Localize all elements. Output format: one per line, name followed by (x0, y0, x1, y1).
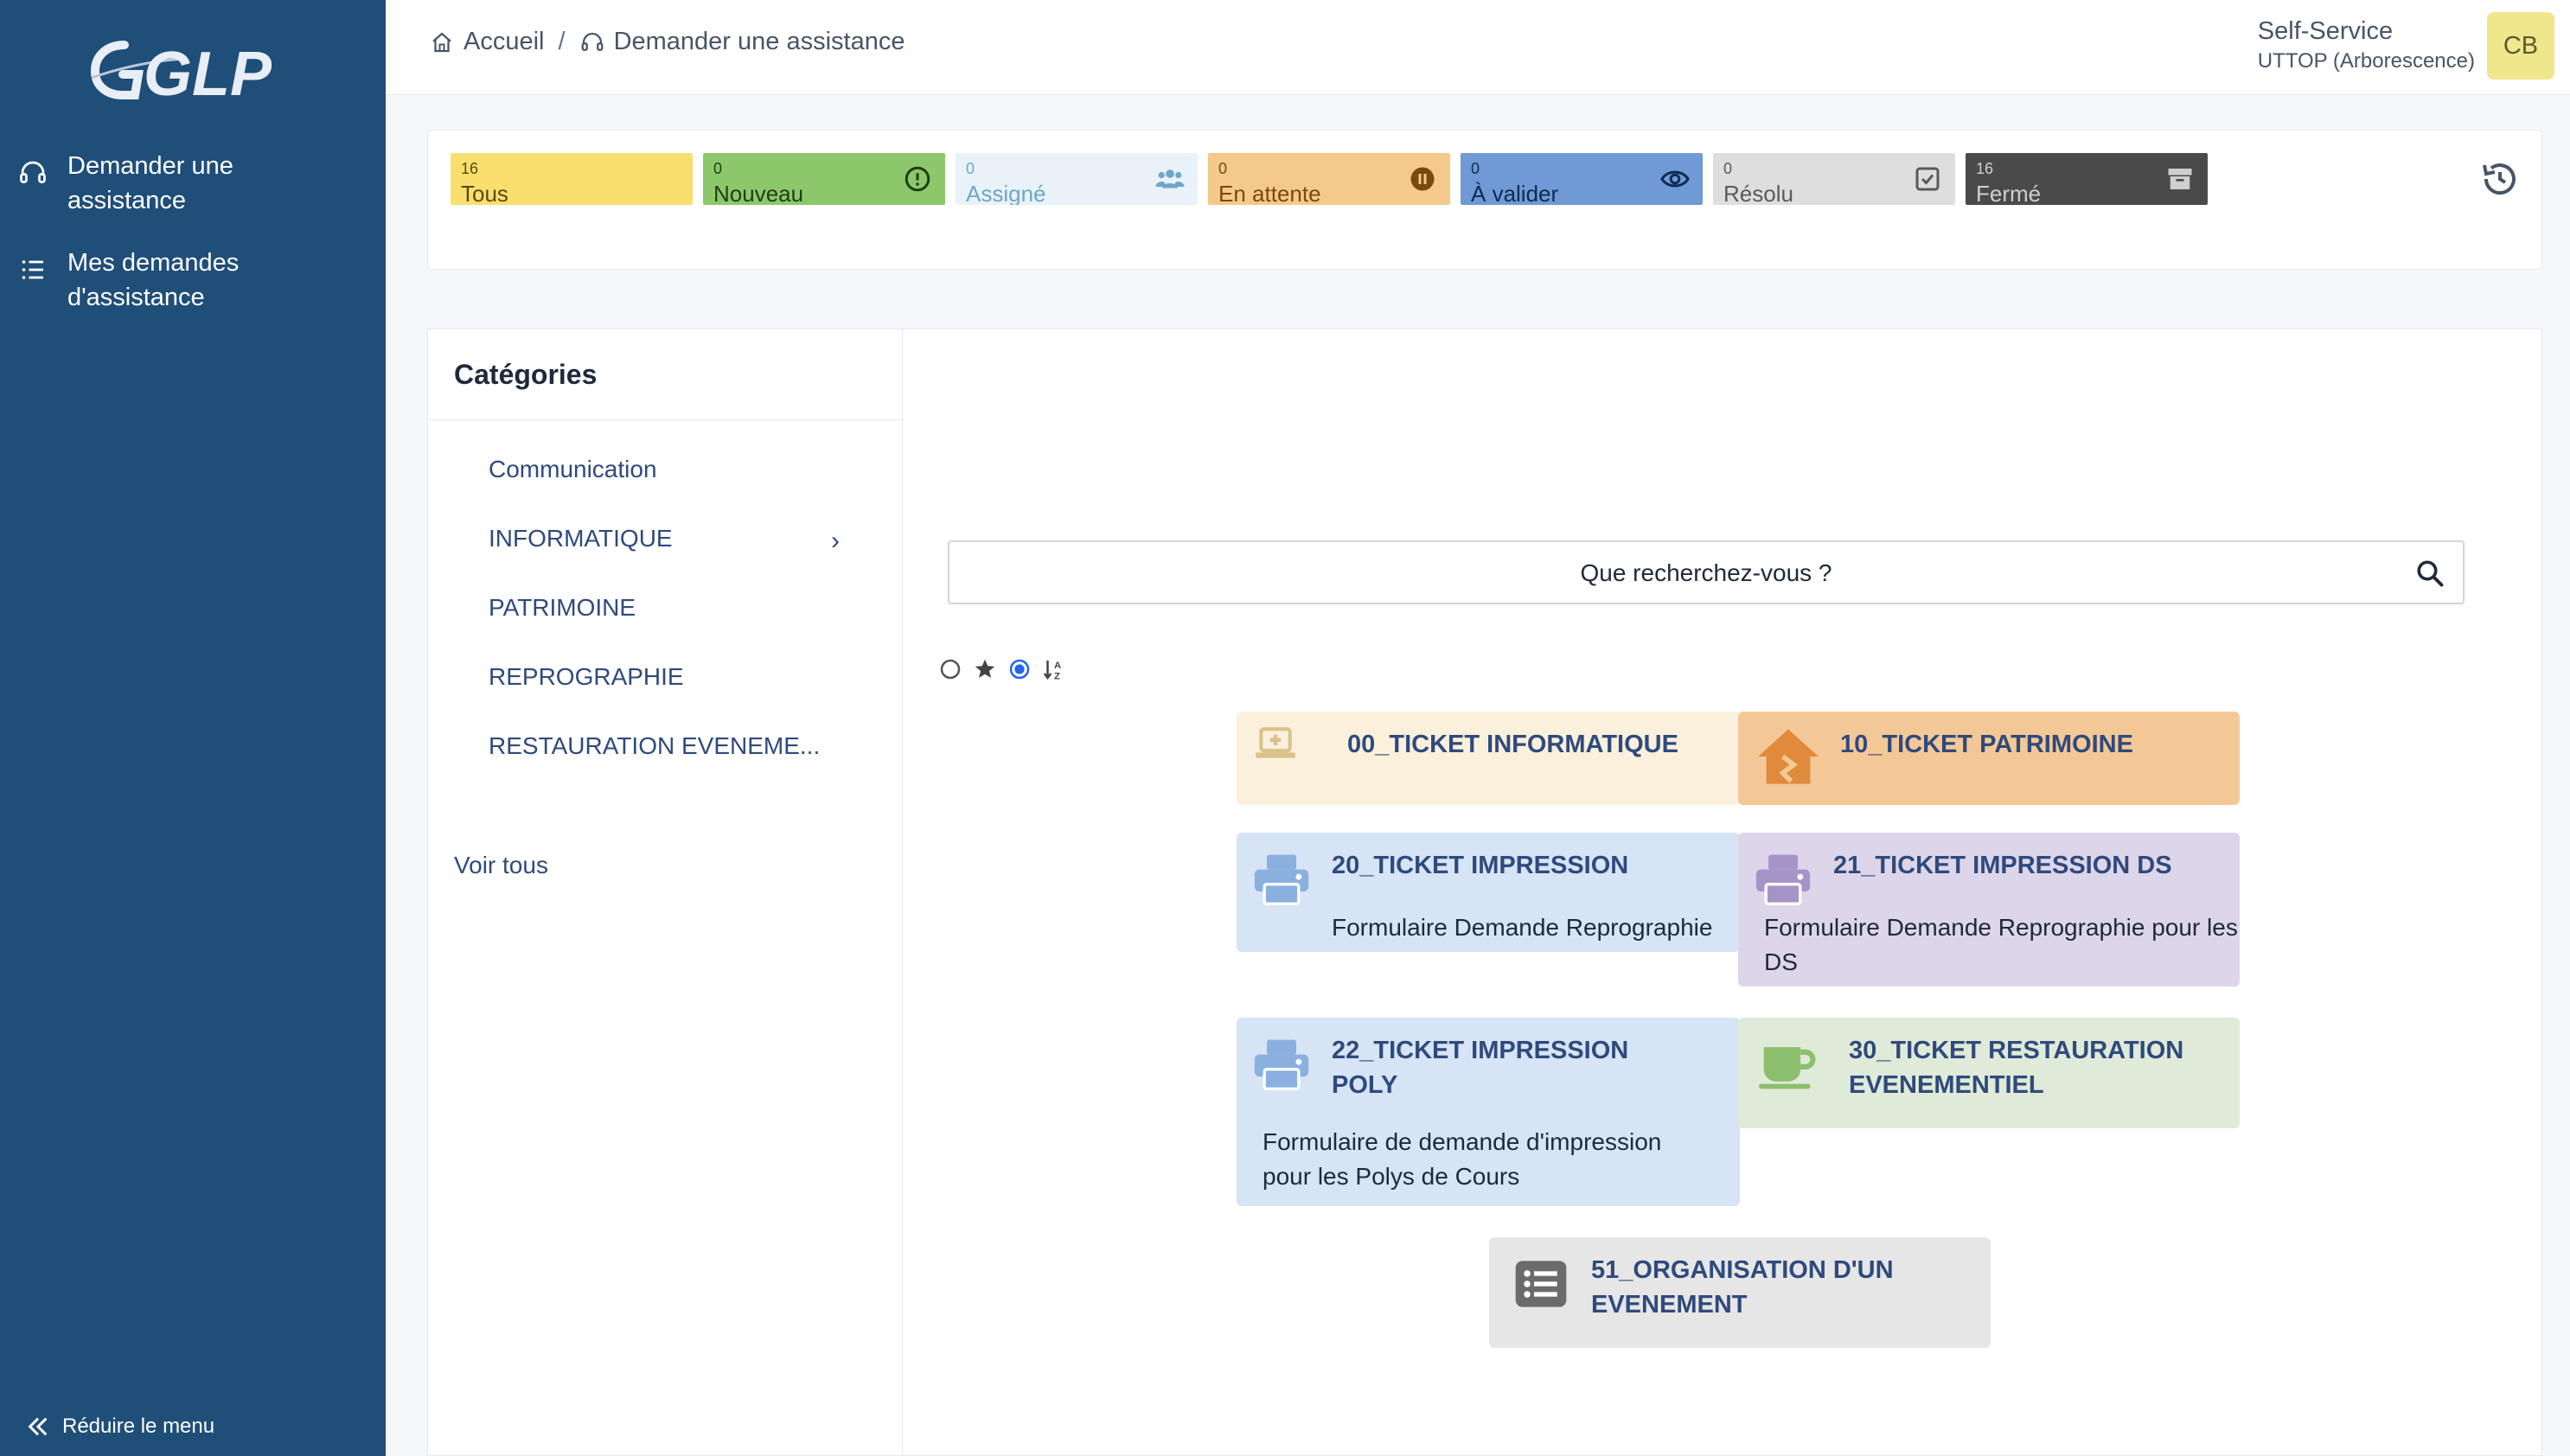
glpi-logo[interactable]: GLPI (90, 26, 291, 109)
form-description: Formulaire Demande Reprographie pour les… (1764, 914, 2238, 975)
form-title: 10_TICKET PATRIMOINE (1840, 731, 2133, 758)
status-tile[interactable]: 16 Fermé (1966, 153, 2208, 205)
form-card[interactable]: 21_TICKET IMPRESSION DS Formulaire Demand… (1738, 833, 2240, 987)
avatar[interactable]: CB (2487, 12, 2554, 80)
forms-panel: Que recherchez-vous ? AZ 00_TICKET INFOR… (903, 329, 2542, 1456)
status-label: Tous (461, 181, 508, 205)
status-tile[interactable]: 0 Résolu (1713, 153, 1955, 205)
form-title: 51_ORGANISATION D'UN EVENEMENT (1591, 1256, 1894, 1319)
search-placeholder: Que recherchez-vous ? (1580, 559, 1832, 586)
search-input[interactable]: Que recherchez-vous ? (948, 540, 2465, 604)
status-tile[interactable]: 0 En attente (1208, 153, 1450, 205)
form-card[interactable]: 20_TICKET IMPRESSION Formulaire Demande R… (1237, 833, 1740, 952)
form-title: 20_TICKET IMPRESSION (1332, 852, 1629, 879)
chevron-right-icon[interactable]: › (831, 527, 850, 555)
status-label: Fermé (1976, 181, 2042, 205)
status-label: Nouveau (713, 181, 804, 205)
status-count: 0 (966, 160, 975, 177)
collapse-menu-button[interactable]: Réduire le menu (24, 1413, 214, 1440)
headset-icon (20, 161, 46, 183)
archive-icon (2168, 169, 2192, 189)
radio-unselected[interactable] (937, 656, 963, 682)
category-item[interactable]: RESTAURATION EVENEME... (489, 732, 820, 760)
logo-text: GLPI (144, 40, 272, 109)
status-tile[interactable]: 0 Nouveau (703, 153, 945, 205)
eye-icon (1660, 170, 1690, 188)
sidebar: GLPI Demander une assistance Mes demande… (0, 0, 386, 1456)
form-card[interactable]: 51_ORGANISATION D'UN EVENEMENT (1489, 1237, 1991, 1348)
status-tile[interactable]: 0 À valider (1461, 153, 1703, 205)
headset-icon (581, 32, 603, 51)
user-profile-info[interactable]: Self-Service UTTOP (Arborescence) (2258, 17, 2475, 73)
ticket-status-summary: 16 Tous 0 Nouveau 0 Assigné 0 En attente 0 À vali… (427, 130, 2542, 270)
form-card[interactable]: 30_TICKET RESTAURATION EVENEMENTIEL (1738, 1018, 2240, 1128)
sort-controls: AZ (937, 656, 1076, 682)
user-role: Self-Service (2257, 17, 2394, 45)
breadcrumb-separator: / (558, 28, 566, 55)
category-item[interactable]: PATRIMOINE (489, 594, 636, 622)
form-card[interactable]: 10_TICKET PATRIMOINE (1738, 712, 2240, 805)
alert-circle-icon (905, 166, 930, 192)
radio-selected[interactable] (1007, 656, 1032, 682)
search-icon[interactable] (2414, 558, 2445, 589)
list-icon (22, 260, 43, 279)
status-count: 16 (461, 160, 479, 177)
status-count: 16 (1976, 160, 1994, 177)
history-icon[interactable] (2479, 158, 2521, 200)
status-count: 0 (1471, 160, 1480, 177)
sort-alpha-icon: AZ (1043, 661, 1061, 681)
glpi-logo-image: GLPI (90, 40, 291, 109)
divider (428, 419, 902, 420)
star-icon (975, 659, 995, 678)
coffee-cup-icon (1759, 1047, 1816, 1089)
header: Accueil / Demander une assistance Self-S… (386, 0, 2570, 95)
form-title: 00_TICKET INFORMATIQUE (1347, 731, 1678, 758)
status-label: Résolu (1723, 181, 1793, 205)
form-description: Formulaire Demande Reprographie (1332, 914, 1713, 941)
printer-icon (1254, 1039, 1309, 1091)
status-count: 0 (713, 160, 723, 177)
category-item[interactable]: Communication (489, 456, 657, 483)
house-damage-icon (1758, 729, 1819, 784)
status-tile[interactable]: 0 Assigné (956, 153, 1198, 205)
form-card[interactable]: 22_TICKET IMPRESSION POLY Formulaire de d… (1237, 1018, 1740, 1206)
status-label: À valider (1471, 181, 1559, 205)
breadcrumb-home-link[interactable]: Accueil (463, 28, 545, 56)
breadcrumb-current-link[interactable]: Demander une assistance (614, 28, 905, 56)
form-title: 22_TICKET IMPRESSION POLY (1332, 1037, 1629, 1099)
breadcrumb: Accueil / Demander une assistance (429, 28, 905, 56)
sidebar-item-label: Demander une assistance (67, 152, 233, 214)
form-title: 30_TICKET RESTAURATION EVENEMENTIEL (1849, 1037, 2184, 1099)
categories-panel: Catégories Communication INFORMATIQUE › … (427, 329, 903, 1456)
categories-title: Catégories (454, 359, 598, 390)
form-description: Formulaire de demande d'impression pour … (1263, 1128, 1662, 1190)
home-icon (432, 32, 451, 52)
double-chevron-left-icon (28, 1417, 48, 1436)
user-entity: UTTOP (Arborescence) (2257, 49, 2475, 73)
form-card[interactable]: 00_TICKET INFORMATIQUE (1237, 712, 1740, 805)
status-count: 0 (1218, 160, 1228, 177)
status-count: 0 (1723, 160, 1733, 177)
category-item[interactable]: REPROGRAPHIE (489, 663, 684, 691)
see-all-link[interactable]: Voir tous (454, 852, 548, 879)
category-item[interactable]: INFORMATIQUE (489, 525, 673, 552)
collapse-menu-label: Réduire le menu (62, 1414, 215, 1438)
svg-text:A: A (1054, 661, 1061, 671)
check-square-icon (1915, 167, 1940, 191)
printer-icon (1254, 854, 1309, 906)
laptop-medical-icon (1256, 727, 1295, 758)
printer-icon (1755, 854, 1811, 906)
sidebar-item-demander-assistance[interactable]: Demander une assistance (17, 149, 292, 218)
status-tile[interactable]: 16 Tous (451, 153, 693, 205)
svg-text:Z: Z (1054, 671, 1060, 681)
list-box-icon (1515, 1261, 1567, 1307)
users-icon (1155, 169, 1185, 188)
status-label: En attente (1218, 181, 1321, 205)
form-title: 21_TICKET IMPRESSION DS (1833, 852, 2172, 879)
sidebar-item-label: Mes demandes d'assistance (67, 249, 240, 311)
status-label: Assigné (966, 181, 1046, 205)
pause-icon (1410, 167, 1435, 191)
sidebar-item-mes-demandes[interactable]: Mes demandes d'assistance (17, 246, 292, 315)
